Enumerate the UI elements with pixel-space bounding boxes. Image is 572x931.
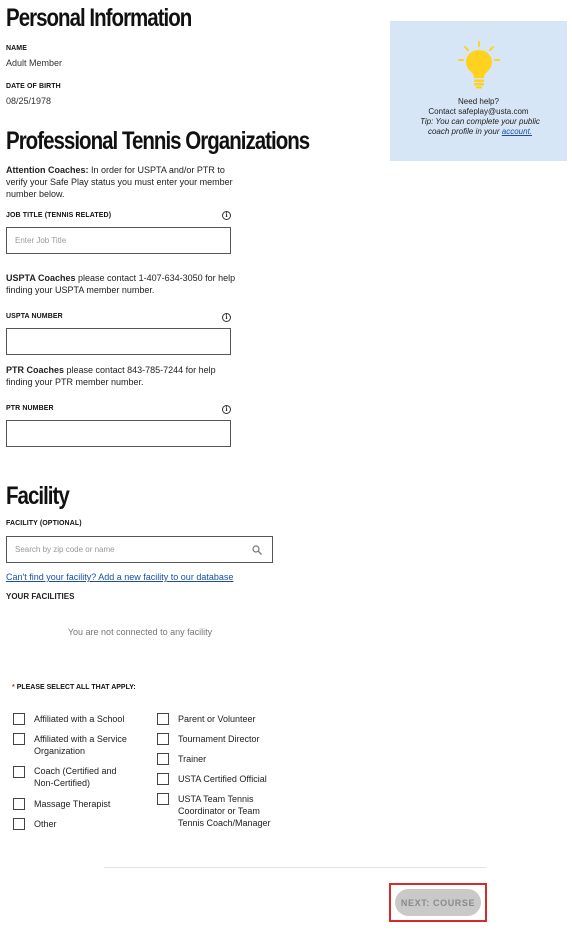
facility-label: FACILITY (OPTIONAL)	[6, 520, 82, 527]
uspta-help-bold: USPTA Coaches	[6, 273, 76, 283]
label-trainer: Trainer	[178, 754, 207, 764]
add-facility-link[interactable]: Can't find your facility? Add a new faci…	[6, 572, 233, 582]
facility-search-placeholder: Search by zip code or name	[15, 545, 115, 554]
name-label: NAME	[6, 45, 28, 52]
account-link[interactable]: account.	[502, 127, 532, 136]
next-course-button[interactable]: NEXT: COURSE	[395, 889, 481, 916]
label-massage-therapist: Massage Therapist	[34, 799, 111, 809]
facility-heading: Facility	[6, 482, 70, 510]
roles-label: * PLEASE SELECT ALL THAT APPLY:	[12, 684, 136, 691]
label-coach: Coach (Certified and Non-Certified)	[34, 766, 117, 788]
dob-label: DATE OF BIRTH	[6, 83, 61, 90]
uspta-number-input[interactable]	[6, 328, 231, 355]
info-icon[interactable]: i	[222, 405, 231, 414]
help-tip: Tip: You can complete your public coach …	[410, 117, 550, 137]
label-team-tennis: USTA Team Tennis Coordinator or Team Ten…	[178, 794, 271, 828]
name-value: Adult Member	[6, 58, 63, 68]
your-facilities-label: YOUR FACILITIES	[6, 592, 75, 601]
checkbox-certified-official[interactable]	[157, 773, 169, 785]
ptr-help-bold: PTR Coaches	[6, 365, 65, 375]
footer-divider	[104, 867, 486, 868]
job-title-input[interactable]: Enter Job Title	[6, 227, 231, 254]
checkbox-team-tennis[interactable]	[157, 793, 169, 805]
checkbox-massage-therapist[interactable]	[13, 798, 25, 810]
facility-search-input[interactable]: Search by zip code or name	[6, 536, 273, 563]
attention-coaches-text: Attention Coaches: In order for USPTA an…	[6, 164, 238, 200]
info-icon[interactable]: i	[222, 313, 231, 322]
label-tournament-director: Tournament Director	[178, 734, 260, 744]
checkbox-parent-volunteer[interactable]	[157, 713, 169, 725]
attention-coaches-bold: Attention Coaches:	[6, 165, 89, 175]
checkbox-school[interactable]	[13, 713, 25, 725]
personal-info-heading: Personal Information	[6, 4, 192, 32]
uspta-help-text: USPTA Coaches please contact 1-407-634-3…	[6, 272, 238, 296]
info-icon[interactable]: i	[222, 211, 231, 220]
uspta-number-label: USPTA NUMBER	[6, 313, 63, 320]
label-certified-official: USTA Certified Official	[178, 774, 267, 784]
checkbox-tournament-director[interactable]	[157, 733, 169, 745]
checkbox-trainer[interactable]	[157, 753, 169, 765]
help-panel: Need help? Contact safeplay@usta.com Tip…	[390, 21, 567, 161]
help-title: Need help?	[458, 97, 499, 106]
ptr-help-text: PTR Coaches please contact 843-785-7244 …	[6, 364, 238, 388]
lightbulb-icon	[458, 41, 500, 89]
label-other: Other	[34, 819, 57, 829]
ptr-number-label: PTR NUMBER	[6, 405, 54, 412]
help-contact: Contact safeplay@usta.com	[428, 107, 529, 116]
checkbox-service-organization[interactable]	[13, 733, 25, 745]
job-title-placeholder: Enter Job Title	[15, 236, 67, 245]
required-marker: *	[12, 684, 15, 691]
label-service-organization: Affiliated with a Service Organization	[34, 734, 127, 756]
checkbox-other[interactable]	[13, 818, 25, 830]
label-school: Affiliated with a School	[34, 714, 125, 724]
dob-value: 08/25/1978	[6, 96, 52, 106]
search-icon	[252, 545, 262, 555]
ptr-number-input[interactable]	[6, 420, 231, 447]
job-title-label: JOB TITLE (TENNIS RELATED)	[6, 212, 112, 219]
checkbox-coach[interactable]	[13, 766, 25, 778]
professional-orgs-heading: Professional Tennis Organizations	[6, 127, 310, 155]
no-facility-message: You are not connected to any facility	[67, 627, 213, 637]
label-parent-volunteer: Parent or Volunteer	[178, 714, 256, 724]
roles-label-text: PLEASE SELECT ALL THAT APPLY:	[16, 684, 136, 691]
